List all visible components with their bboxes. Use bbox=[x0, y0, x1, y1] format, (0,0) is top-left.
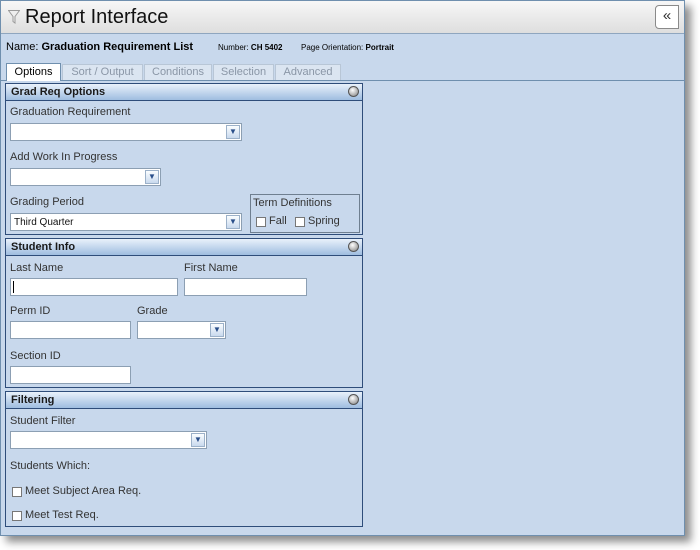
orientation-value: Portrait bbox=[365, 43, 394, 52]
first-name-label: First Name bbox=[184, 262, 238, 274]
report-number: Number: CH 5402 bbox=[218, 43, 283, 52]
chevron-down-icon: ▼ bbox=[210, 323, 224, 337]
term-definitions-group: Term Definitions Fall Spring bbox=[250, 194, 360, 233]
perm-id-label: Perm ID bbox=[10, 305, 51, 317]
collapse-toggle-icon[interactable] bbox=[348, 86, 359, 97]
last-name-input[interactable] bbox=[10, 278, 178, 296]
student-info-panel: Student Info Last Name First Name Perm I… bbox=[5, 238, 363, 388]
last-name-label: Last Name bbox=[10, 262, 64, 274]
number-value: CH 5402 bbox=[250, 43, 283, 52]
name-label: Name: bbox=[6, 41, 39, 53]
collapse-toggle-icon[interactable] bbox=[348, 241, 359, 252]
title-bar: Report Interface « bbox=[1, 1, 684, 34]
tab-advanced[interactable]: Advanced bbox=[275, 64, 341, 80]
panel-header: Student Info bbox=[6, 239, 362, 256]
chevron-down-icon: ▼ bbox=[145, 170, 159, 184]
graduation-requirement-label: Graduation Requirement bbox=[10, 106, 131, 118]
name-value: Graduation Requirement List bbox=[41, 41, 194, 53]
tab-bar: Options Sort / Output Conditions Selecti… bbox=[1, 63, 684, 81]
collapse-toggle-icon[interactable] bbox=[348, 394, 359, 405]
chevron-down-icon: ▼ bbox=[226, 215, 240, 229]
work-in-progress-select[interactable]: ▼ bbox=[10, 168, 161, 186]
section-id-input[interactable] bbox=[10, 366, 131, 384]
spring-label: Spring bbox=[308, 215, 340, 227]
first-name-input[interactable] bbox=[184, 278, 307, 296]
collapse-button[interactable]: « bbox=[655, 5, 679, 29]
meet-subject-area-checkbox[interactable] bbox=[12, 487, 22, 497]
meet-test-checkbox[interactable] bbox=[12, 511, 22, 521]
filtering-panel: Filtering Student Filter ▼ Students Whic… bbox=[5, 391, 363, 527]
text-cursor bbox=[13, 281, 14, 293]
grade-label: Grade bbox=[137, 305, 168, 317]
tab-conditions[interactable]: Conditions bbox=[144, 64, 212, 80]
report-window: Report Interface « Name: Graduation Requ… bbox=[0, 0, 685, 536]
panel-title: Filtering bbox=[11, 394, 55, 406]
report-name: Name: Graduation Requirement List bbox=[6, 41, 193, 53]
perm-id-input[interactable] bbox=[10, 321, 131, 339]
panel-header: Grad Req Options bbox=[6, 84, 362, 101]
funnel-icon bbox=[8, 10, 20, 24]
tab-selection[interactable]: Selection bbox=[213, 64, 274, 80]
tab-options[interactable]: Options bbox=[6, 63, 61, 81]
work-in-progress-label: Add Work In Progress bbox=[10, 151, 118, 163]
select-value: Third Quarter bbox=[14, 217, 74, 228]
grad-req-options-panel: Grad Req Options Graduation Requirement … bbox=[5, 83, 363, 235]
number-label: Number: bbox=[218, 43, 249, 52]
section-id-label: Section ID bbox=[10, 350, 61, 362]
chevron-down-icon: ▼ bbox=[191, 433, 205, 447]
graduation-requirement-select[interactable]: ▼ bbox=[10, 123, 242, 141]
grade-select[interactable]: ▼ bbox=[137, 321, 226, 339]
panel-title: Student Info bbox=[11, 241, 76, 253]
page-orientation: Page Orientation: Portrait bbox=[301, 43, 394, 52]
panel-header: Filtering bbox=[6, 392, 362, 409]
student-filter-select[interactable]: ▼ bbox=[10, 431, 207, 449]
fall-label: Fall bbox=[269, 215, 287, 227]
spring-checkbox[interactable] bbox=[295, 217, 305, 227]
panel-title: Grad Req Options bbox=[11, 86, 106, 98]
student-filter-label: Student Filter bbox=[10, 415, 76, 427]
grading-period-label: Grading Period bbox=[10, 196, 84, 208]
fall-checkbox[interactable] bbox=[256, 217, 266, 227]
window-title: Report Interface bbox=[25, 6, 169, 28]
orientation-label: Page Orientation: bbox=[301, 43, 364, 52]
report-info-bar: Name: Graduation Requirement List Number… bbox=[1, 34, 684, 62]
tab-sort-output[interactable]: Sort / Output bbox=[62, 64, 143, 80]
grading-period-select[interactable]: Third Quarter ▼ bbox=[10, 213, 242, 231]
students-which-label: Students Which: bbox=[10, 460, 91, 472]
term-definitions-label: Term Definitions bbox=[253, 197, 332, 209]
meet-subject-area-label: Meet Subject Area Req. bbox=[25, 485, 142, 497]
chevron-down-icon: ▼ bbox=[226, 125, 240, 139]
meet-test-label: Meet Test Req. bbox=[25, 509, 99, 521]
